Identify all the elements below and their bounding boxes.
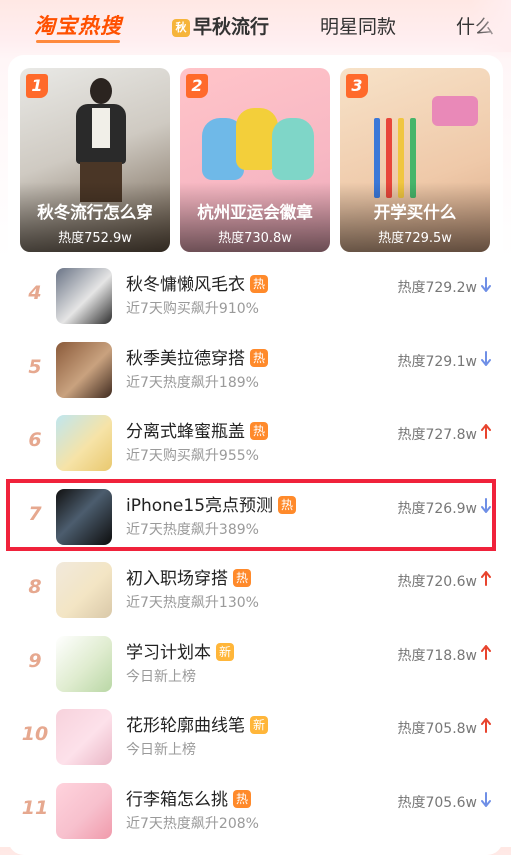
product-thumbnail xyxy=(56,562,112,618)
top-card[interactable]: 3 开学买什么 热度729.5w xyxy=(340,68,490,252)
product-thumbnail xyxy=(56,342,112,398)
item-title: 分离式蜂蜜瓶盖热 xyxy=(126,417,268,442)
list-item[interactable]: 11 行李箱怎么挑热近7天热度飙升208% 热度705.6w xyxy=(8,783,503,853)
item-title-text: 初入职场穿搭 xyxy=(126,569,228,589)
item-heat: 热度718.8w xyxy=(397,648,477,664)
item-subtitle: 今日新上榜 xyxy=(126,669,196,685)
top-card-title: 杭州亚运会徽章 xyxy=(197,203,313,222)
rank-badge: 2 xyxy=(186,74,208,98)
top-card-heat: 热度752.9w xyxy=(58,231,132,246)
trend-up-arrow-icon xyxy=(481,645,491,660)
rank-number: 4 xyxy=(28,282,42,304)
list-item[interactable]: 10 花形轮廓曲线笔新今日新上榜 热度705.8w xyxy=(8,709,503,779)
product-thumbnail xyxy=(56,415,112,471)
hot-badge: 热 xyxy=(233,569,251,587)
rank-number: 11 xyxy=(21,797,49,819)
leaf-icon: 秋 xyxy=(172,19,190,37)
list-item[interactable]: 9 学习计划本新今日新上榜 热度718.8w xyxy=(8,636,503,706)
item-title: 初入职场穿搭热 xyxy=(126,564,251,589)
item-subtitle: 近7天购买飙升955% xyxy=(126,448,259,464)
product-thumbnail xyxy=(56,636,112,692)
mascot-badge-image xyxy=(272,118,314,180)
rank-number: 5 xyxy=(28,356,42,378)
top-card[interactable]: 2 杭州亚运会徽章 热度730.8w xyxy=(180,68,330,252)
item-heat: 热度729.1w xyxy=(397,354,477,370)
trend-down-arrow-icon xyxy=(481,351,491,366)
rank-number: 6 xyxy=(28,429,42,451)
trend-up-arrow-icon xyxy=(481,718,491,733)
new-badge: 新 xyxy=(216,643,234,661)
item-subtitle: 今日新上榜 xyxy=(126,742,196,758)
item-title-text: 秋季美拉德穿搭 xyxy=(126,349,245,369)
trend-up-arrow-icon xyxy=(481,424,491,439)
tab-bar: 淘宝热搜 秋早秋流行 明星同款 什么 xyxy=(0,0,511,52)
trend-down-arrow-icon xyxy=(481,277,491,292)
item-subtitle: 近7天热度飙升189% xyxy=(126,375,259,391)
model-photo xyxy=(70,78,130,202)
item-heat: 热度705.8w xyxy=(397,721,477,737)
item-title: 秋冬慵懒风毛衣热 xyxy=(126,270,268,295)
item-title-text: 秋冬慵懒风毛衣 xyxy=(126,275,245,295)
highlight-box xyxy=(6,479,496,551)
item-title: 花形轮廓曲线笔新 xyxy=(126,711,268,736)
hot-badge: 热 xyxy=(233,790,251,808)
product-thumbnail xyxy=(56,783,112,839)
tab-early-autumn[interactable]: 秋早秋流行 xyxy=(172,12,269,39)
item-heat: 热度705.6w xyxy=(397,795,477,811)
rank-number: 8 xyxy=(28,576,42,598)
rank-number: 10 xyxy=(21,723,49,745)
item-title-text: 花形轮廓曲线笔 xyxy=(126,716,245,736)
item-subtitle: 近7天热度飙升208% xyxy=(126,816,259,832)
top-card-heat: 热度729.5w xyxy=(378,231,452,246)
list-item[interactable]: 8 初入职场穿搭热近7天热度飙升130% 热度720.6w xyxy=(8,562,503,632)
item-title: 学习计划本新 xyxy=(126,638,234,663)
trend-down-arrow-icon xyxy=(481,792,491,807)
item-title-text: 学习计划本 xyxy=(126,643,211,663)
hot-badge: 热 xyxy=(250,422,268,440)
product-thumbnail xyxy=(56,268,112,324)
list-item[interactable]: 5 秋季美拉德穿搭热近7天热度飙升189% 热度729.1w xyxy=(8,342,503,412)
tab-early-autumn-label: 早秋流行 xyxy=(193,16,270,38)
top-card[interactable]: 1 秋冬流行怎么穿 热度752.9w xyxy=(20,68,170,252)
item-heat: 热度729.2w xyxy=(397,280,477,296)
product-thumbnail xyxy=(56,709,112,765)
top-card-title: 开学买什么 xyxy=(373,203,457,222)
top-card-heat: 热度730.8w xyxy=(218,231,292,246)
item-heat: 热度720.6w xyxy=(397,574,477,590)
item-title: 行李箱怎么挑热 xyxy=(126,785,251,810)
list-item[interactable]: 6 分离式蜂蜜瓶盖热近7天购买飙升955% 热度727.8w xyxy=(8,415,503,485)
rank-badge: 1 xyxy=(26,74,48,98)
device-image xyxy=(432,96,478,126)
list-item[interactable]: 4 秋冬慵懒风毛衣热近7天购买飙升910% 热度729.2w xyxy=(8,268,503,338)
item-subtitle: 近7天热度飙升130% xyxy=(126,595,259,611)
trend-up-arrow-icon xyxy=(481,571,491,586)
item-title-text: 行李箱怎么挑 xyxy=(126,790,228,810)
hot-badge: 热 xyxy=(250,275,268,293)
tab-celebrity-style[interactable]: 明星同款 xyxy=(320,12,396,39)
tab-fade-overlay xyxy=(471,0,511,52)
item-subtitle: 近7天购买飙升910% xyxy=(126,301,259,317)
top-card-title: 秋冬流行怎么穿 xyxy=(37,203,153,222)
rank-number: 9 xyxy=(28,650,42,672)
item-heat: 热度727.8w xyxy=(397,427,477,443)
hot-badge: 热 xyxy=(250,349,268,367)
item-title: 秋季美拉德穿搭热 xyxy=(126,344,268,369)
tab-taobao-hot-search[interactable]: 淘宝热搜 xyxy=(34,10,122,43)
rank-badge: 3 xyxy=(346,74,368,98)
new-badge: 新 xyxy=(250,716,268,734)
item-title-text: 分离式蜂蜜瓶盖 xyxy=(126,422,245,442)
